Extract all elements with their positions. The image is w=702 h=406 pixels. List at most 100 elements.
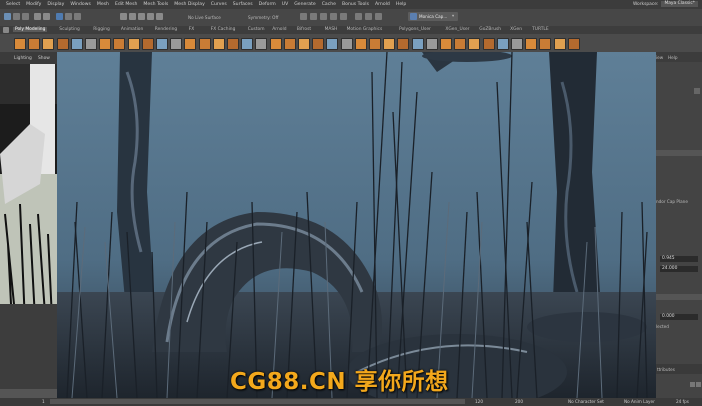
target-weld-icon[interactable] <box>369 38 381 50</box>
help-menu[interactable]: Help <box>668 55 678 60</box>
transform-component-icon[interactable] <box>567 38 580 50</box>
menu-mesh-display[interactable]: Mesh Display <box>174 2 205 7</box>
menu-mesh[interactable]: Mesh <box>97 2 109 7</box>
menu-display[interactable]: Display <box>47 2 64 7</box>
view-menu[interactable]: iew <box>656 55 663 60</box>
render-settings-icon[interactable] <box>330 13 337 20</box>
planar-map-icon[interactable] <box>482 38 495 50</box>
cylinder-icon[interactable] <box>42 38 55 50</box>
knife-icon[interactable] <box>397 38 410 50</box>
append-icon[interactable] <box>326 38 339 50</box>
live-surface-label[interactable]: No Live Surface <box>188 15 221 20</box>
pyramid-icon[interactable] <box>127 38 140 50</box>
smooth-icon[interactable] <box>241 38 254 50</box>
snap-plane-icon[interactable] <box>147 13 154 20</box>
undo-icon[interactable] <box>34 13 41 20</box>
combine-icon[interactable] <box>198 38 211 50</box>
attr-dropdown[interactable] <box>656 294 702 300</box>
camera-selector[interactable]: Monica Cap... ▾ <box>408 12 458 21</box>
platonic-icon[interactable] <box>113 38 126 50</box>
prev-key-icon[interactable] <box>690 382 695 387</box>
menu-cache[interactable]: Cache <box>322 2 336 7</box>
cone-icon[interactable] <box>56 38 69 50</box>
shelf-tab-animation[interactable]: Animation <box>121 27 143 32</box>
snap-grid-icon[interactable] <box>120 13 127 20</box>
lighting-menu[interactable]: Lighting <box>14 56 32 61</box>
symmetry-label[interactable]: Symmetry: Off <box>248 15 278 20</box>
disc-icon[interactable] <box>99 38 112 50</box>
sphere-icon[interactable] <box>14 38 26 50</box>
soft-select-icon[interactable] <box>425 38 438 50</box>
menu-select[interactable]: Select <box>6 2 20 7</box>
menu-edit-mesh[interactable]: Edit Mesh <box>115 2 137 7</box>
range-slider[interactable] <box>50 399 465 404</box>
shelf-tab-fx[interactable]: FX <box>189 27 195 32</box>
playblast-icon[interactable] <box>375 13 382 20</box>
bridge-icon[interactable] <box>298 38 310 50</box>
fps-selector[interactable]: 24 fps <box>676 399 689 404</box>
hypershade-icon[interactable] <box>340 13 347 20</box>
auto-map-icon[interactable] <box>496 38 509 50</box>
panel-expand-icon[interactable] <box>694 88 700 94</box>
shelf-tab-bifrost[interactable]: Bifrost <box>297 27 311 32</box>
extrude-icon[interactable] <box>283 38 296 50</box>
fill-hole-icon[interactable] <box>340 38 353 50</box>
attr-field-3[interactable]: 0.000 <box>660 314 698 320</box>
main-viewport[interactable] <box>57 52 656 398</box>
menu-bonus-tools[interactable]: Bonus Tools <box>342 2 369 7</box>
menu-uv[interactable]: UV <box>282 2 289 7</box>
open-scene-icon[interactable] <box>13 13 20 20</box>
cut-uv-icon[interactable] <box>511 38 523 50</box>
redo-icon[interactable] <box>43 13 50 20</box>
show-menu[interactable]: Show <box>38 56 50 61</box>
shelf-tab-xgen[interactable]: XGen <box>510 27 522 32</box>
shelf-tab-xgen-user[interactable]: XGen_User <box>445 27 469 32</box>
menu-deform[interactable]: Deform <box>259 2 276 7</box>
select-component-icon[interactable] <box>74 13 81 20</box>
shelf-tab-sculpting[interactable]: Sculpting <box>59 27 80 32</box>
menu-help[interactable]: Help <box>396 2 406 7</box>
crease-icon[interactable] <box>539 38 552 50</box>
shelf-tab-fx-caching[interactable]: FX Caching <box>211 27 236 32</box>
prism-icon[interactable] <box>141 38 154 50</box>
shelf-tab-polygons-user[interactable]: Polygons_User <box>399 27 431 32</box>
uv-editor-icon[interactable] <box>440 38 452 50</box>
separate-icon[interactable] <box>212 38 225 50</box>
cube-icon[interactable] <box>28 38 41 50</box>
mirror-icon[interactable] <box>269 38 282 50</box>
menu-mesh-tools[interactable]: Mesh Tools <box>143 2 168 7</box>
shelf-tab-mash[interactable]: MASH <box>325 27 338 32</box>
shelf-tab-custom[interactable]: Custom <box>248 27 265 32</box>
connect-icon[interactable] <box>383 38 396 50</box>
extract-icon[interactable] <box>227 38 239 50</box>
snap-together-icon[interactable] <box>553 38 566 50</box>
menu-generate[interactable]: Generate <box>294 2 315 7</box>
torus-icon[interactable] <box>85 38 97 50</box>
character-set-selector[interactable]: No Character Set <box>568 399 604 404</box>
shelf-tab-rigging[interactable]: Rigging <box>93 27 110 32</box>
panel-dropdown[interactable] <box>656 150 702 156</box>
menu-modify[interactable]: Modify <box>26 2 41 7</box>
snap-curve-icon[interactable] <box>129 13 136 20</box>
plane-icon[interactable] <box>70 38 83 50</box>
snap-point-icon[interactable] <box>138 13 145 20</box>
history-icon[interactable] <box>300 13 307 20</box>
sew-uv-icon[interactable] <box>525 38 538 50</box>
attr-field-1[interactable]: 0.945 <box>660 256 698 262</box>
render-view-icon[interactable] <box>355 13 362 20</box>
menu-windows[interactable]: Windows <box>70 2 91 7</box>
attr-field-2[interactable]: 24.000 <box>660 266 698 272</box>
bevel-icon[interactable] <box>312 38 325 50</box>
multi-cut-icon[interactable] <box>354 38 367 50</box>
menu-curves[interactable]: Curves <box>211 2 227 7</box>
select-mode-icon[interactable] <box>56 13 63 20</box>
boolean-icon[interactable] <box>255 38 268 50</box>
quad-draw-icon[interactable] <box>411 38 424 50</box>
shelf-settings-icon[interactable] <box>3 27 9 33</box>
soccer-ball-icon[interactable] <box>184 38 197 50</box>
snap-surface-icon[interactable] <box>156 13 163 20</box>
render-frame-icon[interactable] <box>310 13 317 20</box>
shelf-tab-poly-modeling[interactable]: Poly Modeling <box>13 27 48 32</box>
frame-end[interactable]: 200 <box>515 399 523 404</box>
menu-surfaces[interactable]: Surfaces <box>233 2 253 7</box>
